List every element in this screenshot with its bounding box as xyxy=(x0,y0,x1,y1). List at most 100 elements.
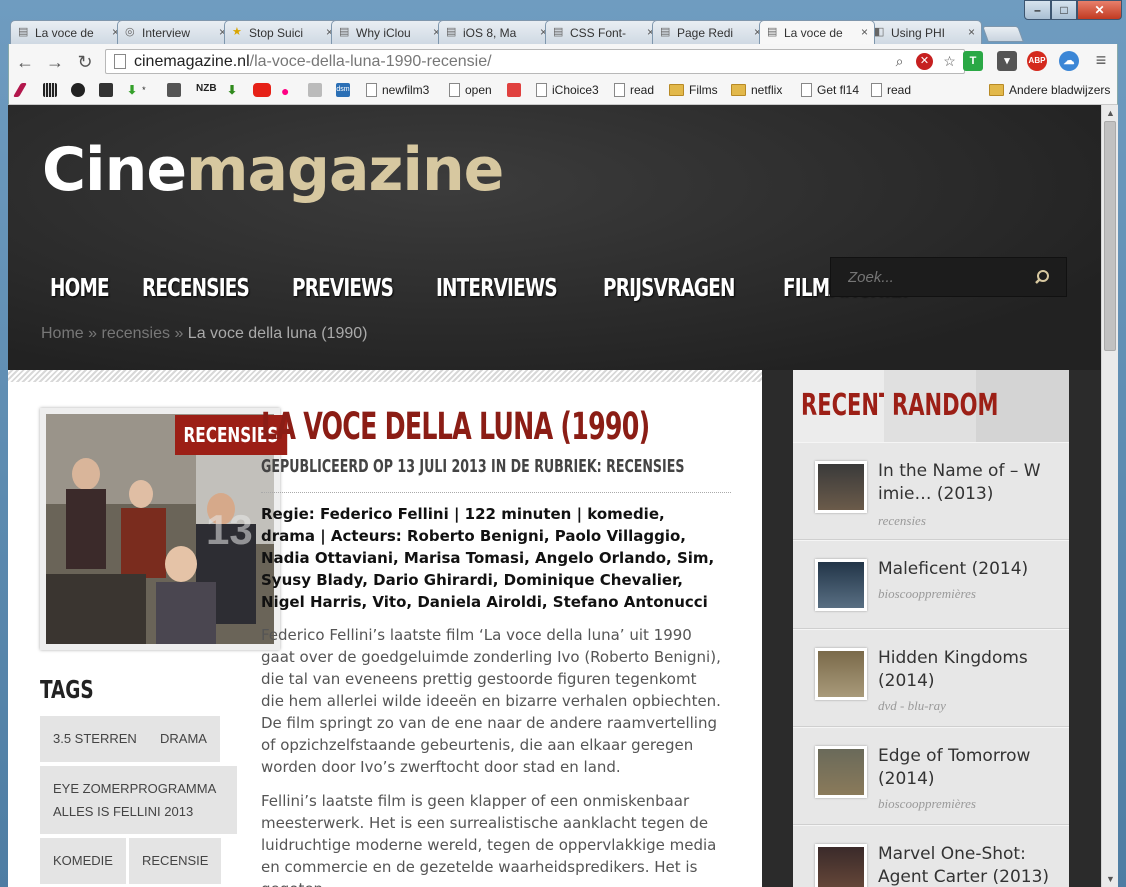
scrollbar[interactable]: ▲ ▼ xyxy=(1101,105,1118,887)
bookmark-folder[interactable]: netflix xyxy=(731,83,782,97)
tag-link[interactable]: EYE ZOMERPROGRAMMA ALLES IS FELLINI 2013 xyxy=(40,766,237,834)
item-category[interactable]: recensies xyxy=(878,513,926,529)
tag-link[interactable]: KOMEDIE xyxy=(40,838,126,884)
tab-title: Why iClou xyxy=(356,26,411,40)
pocket-icon[interactable] xyxy=(507,83,521,97)
minimize-button[interactable]: – xyxy=(1024,0,1051,20)
tab-label: RECENT xyxy=(801,388,894,423)
bookmark-item[interactable]: newfilm3 xyxy=(366,83,429,97)
tab-recent[interactable]: RECENT xyxy=(793,370,893,442)
tab-title: iOS 8, Ma xyxy=(463,26,517,40)
new-tab-button[interactable] xyxy=(982,26,1024,42)
menu-item-prijsvragen[interactable]: PRIJSVRAGEN xyxy=(603,273,735,302)
maximize-button[interactable]: □ xyxy=(1051,0,1077,20)
zoom-icon[interactable]: ⌕ xyxy=(891,53,908,70)
list-item[interactable]: In the Name of – W imie… (2013) recensie… xyxy=(793,442,1069,540)
bookmark-item[interactable]: read xyxy=(614,83,654,97)
list-item[interactable]: Edge of Tomorrow (2014) bioscooppremière… xyxy=(793,727,1069,825)
item-category[interactable]: bioscooppremières xyxy=(878,586,976,602)
breadcrumb-home[interactable]: Home xyxy=(41,325,84,342)
close-tab-icon[interactable]: × xyxy=(968,25,975,39)
browser-tab[interactable]: ◧ Using PHI × xyxy=(866,20,982,44)
item-title[interactable]: Maleficent (2014) xyxy=(878,558,1053,581)
tag-link[interactable]: DRAMA xyxy=(147,716,220,762)
download-icon[interactable]: ⬇ xyxy=(127,83,137,97)
bookmark-item[interactable]: open xyxy=(449,83,492,97)
tag-link[interactable]: RECENSIE xyxy=(129,838,222,884)
browser-tab[interactable]: ◎ Interview × xyxy=(117,20,233,44)
browser-tab[interactable]: ▤ La voce de × xyxy=(10,20,126,44)
bookmark-item[interactable]: iChoice3 xyxy=(536,83,599,97)
page-icon: ▤ xyxy=(660,26,671,38)
youtube-icon[interactable] xyxy=(253,83,271,97)
list-item[interactable]: Maleficent (2014) bioscooppremières xyxy=(793,540,1069,629)
breadcrumb-section[interactable]: recensies xyxy=(102,325,170,342)
other-bookmarks[interactable]: Andere bladwijzers xyxy=(989,83,1110,97)
scroll-thumb[interactable] xyxy=(1104,121,1116,351)
flickr-icon[interactable]: ● xyxy=(281,83,289,99)
list-item[interactable]: Marvel One-Shot: Agent Carter (2013) xyxy=(793,825,1069,887)
menu-item-previews[interactable]: PREVIEWS xyxy=(292,273,394,302)
bookmark-label: Andere bladwijzers xyxy=(1009,83,1111,97)
tv-icon[interactable] xyxy=(167,83,181,97)
tab-random[interactable]: RANDOM xyxy=(884,370,998,442)
tab-title: Using PHI xyxy=(891,26,946,40)
page-info-icon[interactable] xyxy=(114,54,126,69)
pocket-icon[interactable]: ▾ xyxy=(997,51,1017,71)
menu-item-recensies[interactable]: RECENSIES xyxy=(142,273,250,302)
close-tab-icon[interactable]: × xyxy=(861,25,868,39)
browser-tab[interactable]: ▤ iOS 8, Ma × xyxy=(438,20,554,44)
bookmark-star-icon[interactable]: ☆ xyxy=(941,53,958,70)
t-extension-icon[interactable]: T xyxy=(963,51,983,71)
back-icon[interactable]: ← xyxy=(15,52,35,73)
menu-icon[interactable]: ≡ xyxy=(1091,50,1111,71)
item-category[interactable]: bioscooppremières xyxy=(878,796,976,812)
tags-heading: TAGS xyxy=(40,675,94,704)
menu-item-home[interactable]: HOME xyxy=(50,273,110,302)
adblock-icon[interactable]: ABP xyxy=(1027,51,1047,71)
article-panel: 13 RECENSIES LA VOCE DELLA LUNA (1990) G… xyxy=(8,370,762,887)
window-controls: – □ ✕ xyxy=(1024,0,1122,20)
cloud-icon[interactable]: ☁ xyxy=(1059,51,1079,71)
search-input[interactable] xyxy=(831,258,1021,296)
bookmark-label: newfilm3 xyxy=(382,83,430,97)
bookmark-item[interactable]: read xyxy=(871,83,911,97)
item-title[interactable]: Edge of Tomorrow (2014) xyxy=(878,745,1053,791)
reload-icon[interactable]: ↻ xyxy=(75,52,95,73)
item-category[interactable]: dvd - blu-ray xyxy=(878,698,946,714)
nzb-icon[interactable]: NZB xyxy=(196,83,217,94)
dsm-icon[interactable]: dsm xyxy=(336,83,350,97)
search-icon[interactable] xyxy=(1034,269,1050,285)
close-window-button[interactable]: ✕ xyxy=(1077,0,1122,20)
list-item[interactable]: Hidden Kingdoms (2014) dvd - blu-ray xyxy=(793,629,1069,727)
bookmark-item[interactable]: Get fl14 xyxy=(801,83,859,97)
yin-yang-icon[interactable] xyxy=(71,83,85,97)
pen-icon[interactable] xyxy=(12,83,28,97)
tag-link[interactable]: 3.5 STERREN xyxy=(40,716,150,762)
forward-icon[interactable]: → xyxy=(45,52,65,73)
chart-icon[interactable] xyxy=(43,83,57,97)
item-title[interactable]: Hidden Kingdoms (2014) xyxy=(878,647,1053,693)
bookmark-label: Get fl14 xyxy=(817,83,860,97)
scroll-down-icon[interactable]: ▼ xyxy=(1106,874,1115,884)
film-icon[interactable] xyxy=(99,83,113,97)
browser-tab[interactable]: ▤ Page Redi × xyxy=(652,20,768,44)
site-logo[interactable]: Cinemagazine xyxy=(42,135,504,205)
calendar-icon[interactable] xyxy=(308,83,322,97)
breadcrumb-separator: » xyxy=(174,325,184,342)
browser-tab[interactable]: ★ Stop Suici × xyxy=(224,20,340,44)
browser-tab[interactable]: ▤ Why iClou × xyxy=(331,20,447,44)
green-arrow-icon[interactable]: ⬇ xyxy=(227,83,237,97)
address-bar[interactable]: cinemagazine.nl/la-voce-della-luna-1990-… xyxy=(105,49,965,74)
bookmark-folder[interactable]: Films xyxy=(669,83,718,97)
svg-text:13: 13 xyxy=(206,506,253,553)
browser-tab[interactable]: ▤ CSS Font- × xyxy=(545,20,661,44)
scroll-up-icon[interactable]: ▲ xyxy=(1106,108,1115,118)
item-title[interactable]: In the Name of – W imie… (2013) xyxy=(878,460,1053,506)
menu-item-interviews[interactable]: INTERVIEWS xyxy=(436,273,558,302)
browser-tab-active[interactable]: ▤ La voce de × xyxy=(759,20,875,44)
site-icon: ◧ xyxy=(874,26,885,38)
blocked-content-icon[interactable]: ✕ xyxy=(916,53,933,70)
item-title[interactable]: Marvel One-Shot: Agent Carter (2013) xyxy=(878,843,1053,887)
bookmark-label: read xyxy=(630,83,655,97)
